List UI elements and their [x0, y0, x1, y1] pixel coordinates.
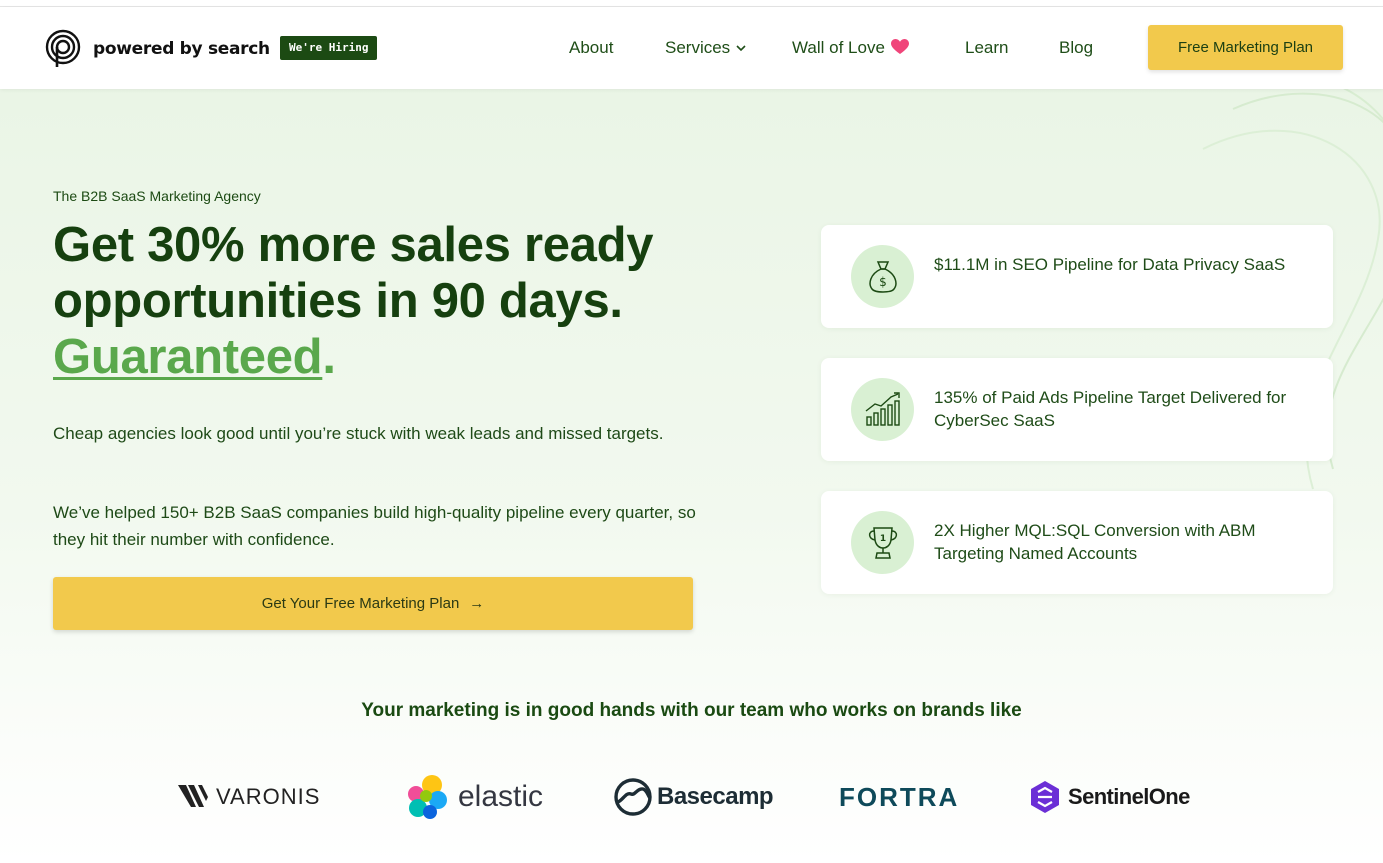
elastic-mark-icon [408, 775, 447, 819]
nav-blog[interactable]: Blog [1059, 37, 1093, 59]
arrow-right-icon: → [469, 595, 485, 612]
headline-line-1: Get 30% more sales ready [53, 218, 654, 272]
nav-services-label: Services [665, 38, 731, 57]
result-card: 135% of Paid Ads Pipeline Target Deliver… [821, 358, 1333, 461]
svg-text:1: 1 [879, 534, 885, 544]
basecamp-wordmark: Basecamp [657, 783, 774, 810]
hero-paragraph-1: Cheap agencies look good until you’re st… [53, 424, 664, 443]
hero-eyebrow: The B2B SaaS Marketing Agency [53, 188, 261, 204]
varonis-logo: VARONIS [178, 775, 320, 819]
hero-headline: Get 30% more sales ready opportunities i… [53, 217, 773, 385]
heart-icon [890, 39, 909, 54]
hero-paragraph-2: We’ve helped 150+ B2B SaaS companies bui… [53, 503, 696, 549]
trophy-icon: 1 [851, 511, 914, 574]
fortra-wordmark: FORTRA [839, 781, 960, 812]
headline-line-2: opportunities in 90 days. [53, 274, 623, 328]
chevron-down-icon [736, 45, 746, 52]
site-header: powered by search We're Hiring About Ser… [0, 7, 1383, 89]
free-marketing-plan-button[interactable]: Free Marketing Plan [1148, 25, 1343, 70]
result-card: 1 2X Higher MQL:SQL Conversion with ABM … [821, 491, 1333, 594]
basecamp-logo: Basecamp [613, 775, 774, 819]
elastic-wordmark: elastic [458, 780, 544, 813]
result-text: 135% of Paid Ads Pipeline Target Deliver… [934, 388, 1287, 430]
browser-top-edge [0, 0, 1383, 7]
result-card: $ $11.1M in SEO Pipeline for Data Privac… [821, 225, 1333, 328]
nav-learn-label: Learn [965, 38, 1009, 57]
sentinelone-mark-icon [1031, 781, 1059, 813]
elastic-logo: elastic [406, 775, 543, 819]
varonis-wordmark: VARONIS [216, 784, 321, 809]
headline-period: . [322, 330, 336, 384]
nav-learn[interactable]: Learn [965, 37, 1008, 59]
growth-chart-icon [851, 378, 914, 441]
nav-about[interactable]: About [569, 37, 613, 59]
varonis-mark-icon [178, 785, 208, 807]
get-free-marketing-plan-button[interactable]: Get Your Free Marketing Plan → [53, 577, 693, 630]
basecamp-mark-icon [614, 778, 652, 816]
nav-services[interactable]: Services [665, 37, 746, 59]
brands-heading: Your marketing is in good hands with our… [361, 700, 1022, 721]
fortra-logo: FORTRA [839, 775, 959, 819]
headline-emphasis: Guaranteed [53, 330, 323, 384]
nav-about-label: About [569, 38, 614, 57]
nav-blog-label: Blog [1059, 38, 1094, 57]
nav-wall-of-love[interactable]: Wall of Love [792, 37, 909, 59]
result-text: $11.1M in SEO Pipeline for Data Privacy … [934, 255, 1286, 274]
cta-main-label: Get Your Free Marketing Plan [261, 595, 460, 612]
nav-wall-of-love-label: Wall of Love [792, 38, 885, 57]
result-text: 2X Higher MQL:SQL Conversion with ABM Ta… [934, 521, 1256, 563]
money-bag-icon: $ [851, 245, 914, 308]
sentinelone-wordmark: SentinelOne [1068, 784, 1190, 809]
hero-section: The B2B SaaS Marketing Agency Get 30% mo… [0, 89, 1383, 863]
svg-text:$: $ [879, 275, 887, 289]
sentinelone-logo: SentinelOne [1030, 775, 1190, 819]
